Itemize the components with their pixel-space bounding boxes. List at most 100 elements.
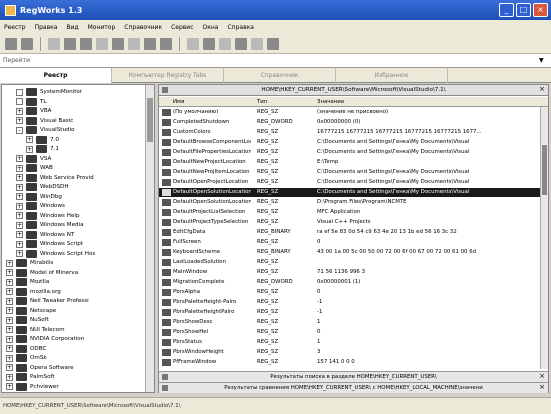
close-icon[interactable]: × [539,85,545,93]
tree-scrollbar-thumb[interactable] [147,98,153,142]
tree-item[interactable]: - VisualStudio [16,125,75,135]
menu-item-view[interactable]: Вид [66,24,78,31]
tree-item[interactable]: + Mirabilis [6,258,53,268]
tree-item[interactable]: + WAB [16,163,53,173]
expand-toggle-icon[interactable]: + [26,136,33,143]
expand-toggle-icon[interactable]: + [6,278,13,286]
undo-icon[interactable] [160,37,172,50]
tree-scrollbar[interactable] [145,85,154,392]
expand-toggle-icon[interactable]: - [16,126,23,134]
tree-item[interactable]: + VSA [16,154,51,164]
search-results-bar[interactable]: Результаты поиска в разделе HOME\HKEY_CU… [159,371,548,382]
expand-toggle-icon[interactable]: + [16,193,23,200]
menu-item-reference[interactable]: Справочник [124,24,162,31]
tree-item[interactable]: + Opera Software [6,363,74,373]
tree-item[interactable]: + Windows Script Hos [16,249,95,259]
tab-registry[interactable]: Реестр [0,68,112,83]
list-scrollbar[interactable] [540,107,548,369]
tree-item[interactable]: + OmSk [6,353,47,363]
expand-toggle-icon[interactable]: + [16,164,23,172]
tree-item[interactable]: + PalmSoft [6,372,55,382]
table-row[interactable]: PbrsAlpha REG_SZ 0 [159,288,540,297]
expand-toggle-icon[interactable]: + [16,183,23,191]
tree-item[interactable]: + mozilla.org [6,287,61,297]
table-row[interactable]: PbrsShowDesc REG_SZ 1 [159,318,540,327]
table-row[interactable]: PbrsPaletteHeightPalro REG_SZ -1 [159,308,540,317]
edit-icon[interactable] [112,37,124,50]
menu-item-help[interactable]: Справка [227,24,253,31]
copy-icon[interactable] [64,37,76,50]
address-bar[interactable]: Перейти ▼ [0,54,551,68]
tree-item[interactable]: + Netscape [6,306,56,316]
column-name[interactable]: Имя [173,99,184,105]
registry-tree[interactable]: SystemMonitor TL + VBA + Visual Basic - VisualS… [1,84,155,393]
tree-item[interactable]: + Windows Script [16,239,83,249]
table-row[interactable]: KeyboardScheme REG_BINARY 43 00 1a 00 5c 0… [159,248,540,257]
delete-icon[interactable] [21,37,33,50]
table-row[interactable]: MigrationComplete REG_DWORD 0x00000001 (1) [159,278,540,287]
table-row[interactable]: PbrsPaletteHeight-Palro REG_SZ -1 [159,298,540,307]
tree-item[interactable]: + Mozilla [6,277,49,287]
tree-item[interactable]: +7.0 [26,135,59,145]
window-icon[interactable] [187,37,199,50]
expand-toggle-icon[interactable]: + [6,288,13,295]
expand-toggle-icon[interactable]: + [6,335,13,343]
tree-item[interactable]: + Web Service Provid [16,173,94,183]
window-icon[interactable] [203,37,215,50]
expand-toggle-icon[interactable]: + [16,155,23,162]
minimize-button[interactable]: _ [499,3,514,17]
table-row[interactable]: DefaultBrowseComponentLoca REG_SZ C:\Docum… [159,138,540,147]
table-row[interactable]: DefaultNewProjItemLocation REG_SZ C:\Docum… [159,168,540,177]
expand-toggle-icon[interactable]: + [6,297,13,305]
menu-item-monitor[interactable]: Монитор [88,24,116,31]
expand-toggle-icon[interactable]: + [6,373,13,381]
cut-icon[interactable] [48,37,60,50]
tree-item[interactable]: + Visual Basic [16,116,73,126]
table-row[interactable]: PfFrameWindow REG_SZ 157 141 0 0 0 [159,358,540,367]
tree-item[interactable]: + Windows NT [16,230,74,240]
table-row[interactable]: PbrsShowHel REG_SZ 0 [159,328,540,337]
menu-item-registry[interactable]: Реестр [4,24,26,31]
tree-item[interactable]: + NuSoft [6,315,49,325]
rename-icon[interactable] [128,37,140,50]
expand-toggle-icon[interactable]: + [16,107,23,115]
paste-icon[interactable] [80,37,92,50]
tree-item[interactable]: + Pchviewer [6,382,59,392]
close-icon[interactable]: × [539,372,545,380]
tree-item[interactable]: + Model of Minerva [6,268,78,278]
menu-item-service[interactable]: Сервис [171,24,193,31]
table-row[interactable]: FullScreen REG_SZ 0 [159,238,540,247]
expand-toggle-icon[interactable]: + [16,250,23,257]
expand-toggle-icon[interactable]: + [6,307,13,314]
tree-item[interactable]: + Windows Help [16,211,80,221]
menu-item-windows[interactable]: Окна [203,24,219,31]
table-row[interactable]: CompletedShutdown REG_DWORD 0x00000000 (0) [159,118,540,127]
table-row[interactable]: DefaultOpenSolutionLocation REG_SZ D:\Prog… [159,198,540,207]
compare-results-bar[interactable]: Результаты сравнения HOME\HKEY_CURRENT_U… [159,382,548,393]
table-row[interactable]: LastLoadedSolution REG_SZ [159,258,540,267]
tree-item[interactable]: + Windows Media [16,220,84,230]
expand-toggle-icon[interactable]: + [16,117,23,124]
compare-icon[interactable] [219,37,231,50]
table-row[interactable]: DefaultFilePropertiesLocation REG_SZ C:\Do… [159,148,540,157]
table-row[interactable]: DefaultNewProjectLocation REG_SZ E:\Temp [159,158,540,167]
tree-item[interactable]: + VBA [16,106,52,116]
list-scrollbar-thumb[interactable] [542,145,547,195]
expand-toggle-icon[interactable]: + [6,383,13,390]
tree-item[interactable]: + Windows [16,201,65,211]
expand-toggle-icon[interactable]: + [16,202,23,210]
tree-item[interactable]: + NVIDIA Corporation [6,334,84,344]
tree-item[interactable]: TL [16,97,47,107]
close-icon[interactable]: × [539,383,545,391]
expand-toggle-icon[interactable]: + [6,316,13,324]
maximize-button[interactable]: □ [516,3,531,17]
tree-item[interactable]: + Neil Tweaker Professi [6,296,89,306]
expand-toggle-icon[interactable]: + [6,364,13,371]
favorites-icon[interactable] [251,37,263,50]
tree-item[interactable]: +7.1 [26,144,59,154]
table-row[interactable]: DefaultProjectListSelection REG_SZ MFC App… [159,208,540,217]
table-row[interactable]: PbrsStatus REG_SZ 1 [159,338,540,347]
tree-item[interactable]: + ODBC [6,344,46,354]
table-row[interactable]: DefaultProjectTypeSelection REG_SZ Visual … [159,218,540,227]
expand-toggle-icon[interactable]: + [6,345,13,352]
